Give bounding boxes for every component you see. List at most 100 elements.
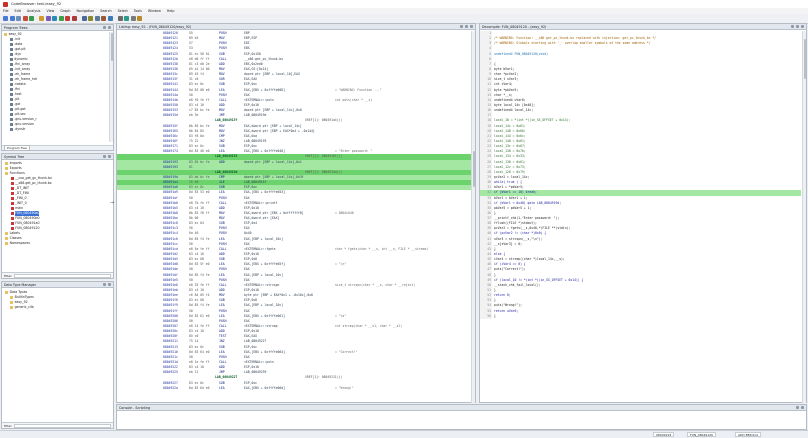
symbol-tree-header: Symbol Tree [2, 154, 113, 160]
function-icon[interactable] [81, 16, 87, 21]
tab-program-tree[interactable]: Program Tree [4, 145, 30, 151]
console-header: Console - Scripting [117, 405, 806, 411]
decompile-scrollbar[interactable] [802, 31, 806, 403]
script-icon[interactable] [124, 16, 130, 21]
decompile-view[interactable]: 1 2/* WARNING: Function: __x86.get_pc_thu… [480, 31, 801, 402]
function-icon [11, 222, 14, 225]
close-icon[interactable] [107, 25, 111, 30]
menu-help[interactable]: Help [167, 9, 175, 13]
menu-tools[interactable]: Tools [134, 9, 142, 13]
label-icon[interactable] [94, 16, 100, 21]
stop-icon[interactable] [71, 16, 77, 21]
close-icon[interactable] [469, 24, 473, 29]
close-icon[interactable] [107, 282, 111, 287]
data-type-label: generic_clib [14, 305, 34, 309]
section-icon [10, 98, 13, 101]
close-icon[interactable] [107, 154, 111, 159]
function-icon [11, 207, 14, 210]
undo-icon[interactable] [22, 16, 28, 21]
filter-input[interactable] [14, 273, 111, 278]
filter-input[interactable] [14, 423, 111, 428]
data-icon[interactable] [88, 16, 94, 21]
line-number: 56 [480, 313, 492, 319]
menu-search[interactable]: Search [100, 9, 111, 13]
refresh-icon[interactable] [790, 24, 794, 29]
menu-view[interactable]: View [47, 9, 55, 13]
settings-icon[interactable] [130, 16, 136, 21]
status-instruction: ADD EBP,0x4 [735, 432, 761, 437]
folder-icon [5, 242, 8, 245]
status-bar: 08049193 FUN_08049120 ADD EBP,0x4 [0, 430, 808, 438]
section-icon [10, 73, 13, 76]
menu-navigation[interactable]: Navigation [76, 9, 94, 13]
window-title: CodeBrowser: test:/easy_92 [11, 2, 62, 6]
memory-icon[interactable] [117, 16, 123, 21]
function-icon [11, 202, 14, 205]
title-bar: CodeBrowser: test:/easy_92 [0, 0, 808, 8]
scrollbar[interactable] [109, 32, 113, 142]
section-icon [10, 78, 13, 81]
filter-label: Filter: [4, 423, 13, 428]
arrow-icon[interactable] [102, 282, 106, 287]
data-type-item[interactable]: generic_clib [4, 305, 110, 310]
function-icon [11, 217, 14, 220]
section-icon [10, 68, 13, 71]
close-icon[interactable] [800, 24, 804, 29]
program-trees-header: Program Trees [2, 25, 113, 31]
panel-title: Listing: easy_92 - (FUN_08049120/easy_92… [119, 24, 192, 29]
panel-title: Symbol Tree [4, 154, 25, 159]
copy-icon[interactable] [459, 24, 463, 29]
section-icon [10, 83, 13, 86]
refresh-icon[interactable] [102, 25, 106, 30]
clear-icon[interactable] [795, 405, 799, 410]
graph-icon[interactable] [107, 16, 113, 21]
menu-graph[interactable]: Graph [60, 9, 70, 13]
snapshot-icon[interactable] [464, 24, 468, 29]
function-icon [11, 177, 14, 180]
copy-icon[interactable] [795, 24, 799, 29]
forward-icon[interactable] [9, 16, 15, 21]
comment: = "Wrong!" [335, 385, 354, 390]
search-icon[interactable] [102, 154, 106, 159]
close-icon[interactable] [800, 405, 804, 410]
menu-file[interactable]: File [3, 9, 9, 13]
section-icon [10, 43, 13, 46]
console-panel: Console - Scripting [116, 404, 807, 430]
section-icon [10, 63, 13, 66]
decompile-header: Decompile: FUN_08049120 - (easy_92) [480, 24, 806, 30]
mnemonic: LEA [219, 385, 225, 390]
operand: EAX,[EBX + 0xffffe06d] [244, 385, 285, 390]
search-icon[interactable] [38, 16, 44, 21]
decompile-line[interactable]: 56} [480, 313, 801, 319]
symbol-filter: Filter: [2, 272, 113, 278]
menu-edit[interactable]: Edit [15, 9, 21, 13]
section-icon [10, 88, 13, 91]
save-icon[interactable] [16, 16, 22, 21]
python-icon[interactable] [137, 16, 143, 21]
comment-icon[interactable] [101, 16, 107, 21]
debug-icon[interactable] [65, 16, 71, 21]
symbol-item[interactable]: Namespaces [4, 241, 110, 246]
menu-window[interactable]: Window [148, 9, 161, 13]
back-icon[interactable] [3, 16, 8, 21]
folder-icon [5, 162, 8, 165]
code-text: } [494, 313, 496, 318]
folder-icon [5, 232, 8, 235]
listing-view[interactable]: 08049120 55 PUSH EBP 08049121 89 e5 MOV EBP,ESP… [117, 31, 475, 402]
tree-item-label: .dynstr [14, 127, 26, 131]
function-icon [11, 187, 14, 190]
program-trees-panel: Program Trees easy_92 .init .data .got.plt.… [1, 24, 114, 151]
folder-icon [4, 33, 7, 36]
listing-scrollbar[interactable] [471, 31, 475, 403]
tree-item[interactable]: .dynstr [4, 127, 108, 132]
redo-icon[interactable] [29, 16, 35, 21]
refresh-icon[interactable] [52, 16, 58, 21]
panel-title: Decompile: FUN_08049120 - (easy_92) [482, 24, 547, 29]
archive-icon [10, 296, 13, 299]
listing-line[interactable]: 0804922a 8d 83 6d e0 LEA EAX,[EBX + 0xffffe… [117, 386, 475, 391]
decompile-panel: Decompile: FUN_08049120 - (easy_92) 1 2/*… [479, 23, 807, 403]
menu-analysis[interactable]: Analysis [27, 9, 41, 13]
menu-select[interactable]: Select [118, 9, 128, 13]
bookmark-icon[interactable] [45, 16, 51, 21]
run-icon[interactable] [58, 16, 64, 21]
